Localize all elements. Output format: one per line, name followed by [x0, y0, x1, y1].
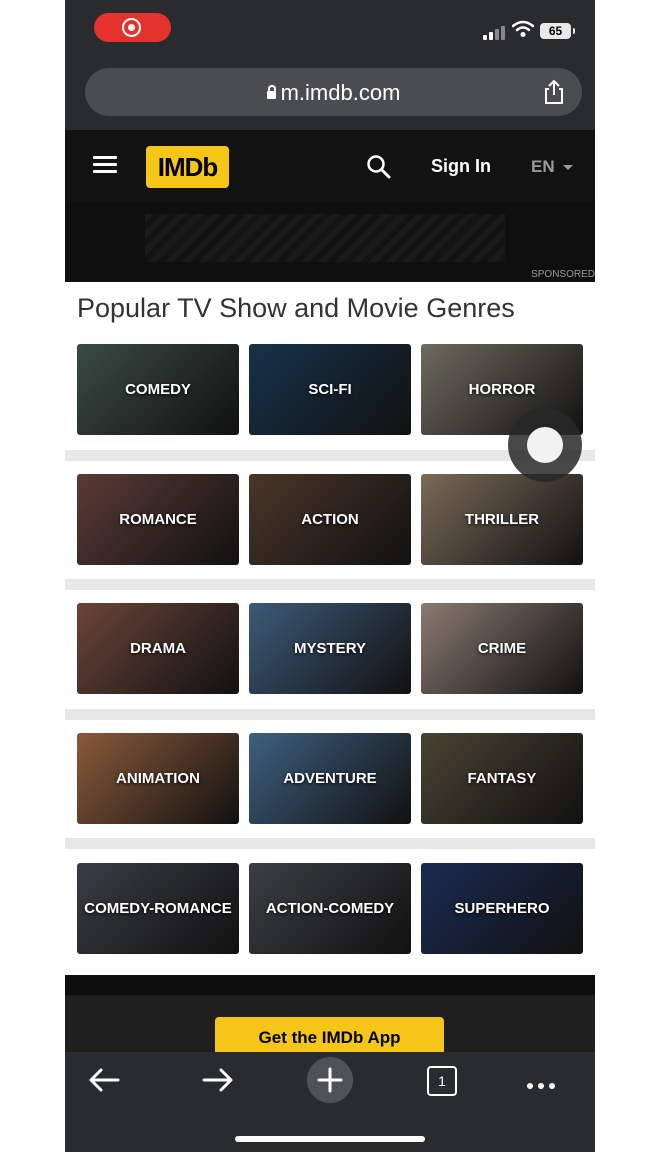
imdb-logo[interactable]: IMDb: [146, 146, 229, 188]
genre-tile[interactable]: COMEDY-ROMANCE: [77, 863, 239, 954]
genre-tile[interactable]: THRILLER: [421, 474, 583, 565]
genre-label: ADVENTURE: [283, 770, 377, 787]
genre-tile[interactable]: CRIME: [421, 603, 583, 694]
genre-label: THRILLER: [464, 511, 540, 528]
url-text: m.imdb.com: [280, 80, 401, 105]
cellular-signal-icon: [483, 24, 507, 40]
section-divider: [65, 709, 595, 720]
genre-label: MYSTERY: [294, 640, 366, 657]
genre-tile[interactable]: ROMANCE: [77, 474, 239, 565]
genre-tile[interactable]: FANTASY: [421, 733, 583, 824]
genre-label: ANIMATION: [116, 770, 200, 787]
genre-label: ACTION: [301, 511, 359, 528]
genre-tile[interactable]: ADVENTURE: [249, 733, 411, 824]
plus-icon: [317, 1067, 343, 1093]
record-icon: [122, 18, 141, 37]
chevron-down-icon: [562, 165, 573, 171]
genre-tile[interactable]: ANIMATION: [77, 733, 239, 824]
browser-address-bar: m.imdb.com: [65, 60, 595, 130]
genre-tile[interactable]: MYSTERY: [249, 603, 411, 694]
genre-label: CRIME: [477, 640, 527, 657]
language-label: EN: [531, 157, 555, 176]
genre-tile[interactable]: ACTION-COMEDY: [249, 863, 411, 954]
page-footer: Get the IMDb App: [65, 975, 595, 1059]
forward-arrow-icon[interactable]: [197, 1062, 237, 1102]
home-indicator[interactable]: [235, 1136, 425, 1142]
browser-toolbar: 1: [65, 1052, 595, 1152]
genre-tile[interactable]: SUPERHERO: [421, 863, 583, 954]
genre-label: COMEDY: [125, 381, 191, 398]
phone-screen: 65 m.imdb.com IMDb Sign In EN SPONSORED …: [65, 0, 595, 1152]
search-icon[interactable]: [366, 154, 392, 180]
touch-indicator: [508, 408, 582, 482]
genre-label: COMEDY-ROMANCE: [84, 900, 232, 917]
lock-icon: [266, 85, 276, 99]
page-title: Popular TV Show and Movie Genres: [77, 293, 515, 323]
genre-tile[interactable]: SCI-FI: [249, 344, 411, 435]
genre-tile[interactable]: DRAMA: [77, 603, 239, 694]
language-selector[interactable]: EN: [531, 157, 573, 177]
ad-image: [145, 214, 505, 262]
genre-label: SCI-FI: [308, 381, 352, 398]
genre-label: FANTASY: [467, 770, 537, 787]
genre-label: ACTION-COMEDY: [265, 900, 395, 917]
back-arrow-icon[interactable]: [85, 1062, 125, 1102]
share-icon[interactable]: [540, 78, 568, 106]
genre-tile[interactable]: ACTION: [249, 474, 411, 565]
status-bar: 65: [65, 0, 595, 60]
genre-label: DRAMA: [130, 640, 186, 657]
genre-label: ROMANCE: [119, 511, 197, 528]
genre-label: SUPERHERO: [454, 900, 550, 917]
sponsored-label: SPONSORED: [531, 269, 595, 280]
screen-recording-indicator[interactable]: [94, 13, 171, 42]
section-divider: [65, 838, 595, 849]
more-options-icon[interactable]: [527, 1076, 560, 1094]
wifi-icon: [512, 20, 534, 37]
tab-switcher-button[interactable]: 1: [427, 1066, 457, 1096]
new-tab-button[interactable]: [307, 1057, 353, 1103]
battery-icon: 65: [540, 23, 575, 39]
genre-tile[interactable]: COMEDY: [77, 344, 239, 435]
url-field[interactable]: m.imdb.com: [85, 68, 582, 116]
menu-icon[interactable]: [93, 156, 117, 174]
sign-in-link[interactable]: Sign In: [431, 156, 491, 177]
imdb-header: IMDb Sign In EN: [65, 130, 595, 202]
sponsored-banner[interactable]: SPONSORED: [65, 202, 595, 282]
footer-band: [65, 975, 595, 995]
section-divider: [65, 579, 595, 590]
